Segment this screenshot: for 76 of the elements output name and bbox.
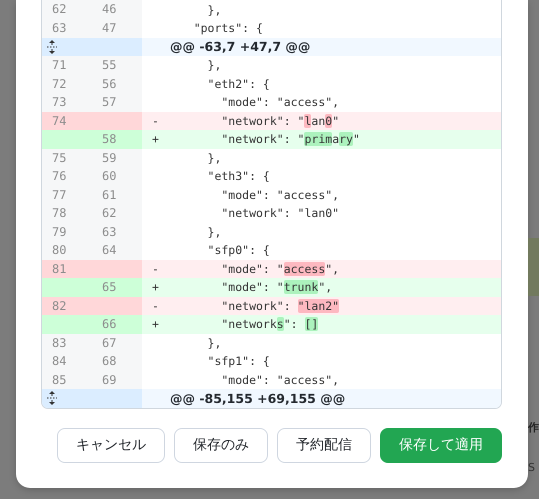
line-number: 67 [92, 334, 142, 352]
gutter-cell [42, 278, 92, 296]
code-text: }, [206, 336, 222, 350]
diff-sign: - [151, 114, 160, 128]
line-number: 68 [92, 352, 142, 370]
code-text: "mode": "trunk", [220, 280, 332, 294]
code-text: "mode": "access", [220, 188, 340, 202]
code-text: "eth2": { [206, 76, 270, 91]
action-button[interactable]: キャンセル [57, 428, 165, 462]
line-number: 66 [92, 315, 142, 334]
hunk-header: @@ -63,7 +47,7 @@ [142, 38, 501, 56]
background-text: 作 [528, 420, 539, 435]
line-number: 75 [42, 148, 92, 167]
code-text: "network": "lan2" [220, 298, 340, 313]
line-number: 83 [42, 334, 92, 352]
line-number: 63 [92, 222, 142, 241]
code-text: "sfp0": { [206, 243, 270, 258]
line-number: 62 [92, 204, 142, 222]
line-number: 77 [42, 186, 92, 204]
line-number: 78 [42, 204, 92, 222]
line-number: 69 [92, 370, 142, 389]
line-number: 64 [92, 241, 142, 260]
line-number: 73 [42, 93, 92, 112]
diff-sign: + [151, 132, 160, 146]
diff-sign: + [151, 317, 160, 332]
code-text: }, [206, 224, 222, 239]
line-number: 84 [42, 352, 92, 370]
code-text: "eth3": { [206, 169, 270, 184]
code-text: "network": "prima ry" [220, 132, 360, 146]
line-number: 58 [92, 130, 142, 148]
line-number: 55 [92, 56, 142, 74]
code-text: "mode": "access", [220, 95, 340, 110]
line-number: 81 [42, 260, 92, 278]
code-text: }, [206, 150, 222, 165]
line-number: 56 [92, 74, 142, 93]
line-number: 61 [92, 186, 142, 204]
code-text: "network": "lan0" [220, 206, 340, 220]
action-button[interactable]: 保存のみ [174, 428, 268, 462]
line-number: 82 [42, 296, 92, 315]
expand-icon[interactable] [46, 38, 58, 55]
code-text: "networks": [] [220, 317, 318, 332]
background-text: S [528, 461, 536, 474]
line-number: 85 [42, 370, 92, 389]
line-number: 60 [92, 167, 142, 186]
code-text: "sfp1": { [206, 354, 270, 368]
line-number: 57 [92, 93, 142, 112]
code-text: "mode": "access", [220, 372, 340, 387]
line-number: 47 [92, 19, 142, 38]
gutter-cell [92, 296, 142, 315]
hunk-header: @@ -85,155 +69,155 @@ [142, 389, 501, 408]
diff-sign: - [151, 298, 160, 313]
line-number: 46 [92, 0, 142, 19]
line-number: 65 [92, 278, 142, 296]
line-number: 76 [42, 167, 92, 186]
gutter-cell [42, 130, 92, 148]
code-text: "mode": "access", [220, 262, 340, 276]
code-text: }, [206, 58, 222, 72]
line-number: 72 [42, 74, 92, 93]
diff-sign: + [151, 280, 160, 294]
gutter-cell [92, 260, 142, 278]
gutter-cell [92, 112, 142, 130]
line-number: 80 [42, 241, 92, 260]
gutter-cell [42, 315, 92, 334]
line-number: 79 [42, 222, 92, 241]
line-number: 71 [42, 56, 92, 74]
code-text: }, [206, 2, 222, 16]
expand-icon[interactable] [46, 390, 58, 406]
action-button[interactable]: 予約配信 [277, 428, 371, 462]
line-number: 63 [42, 19, 92, 38]
code-text: "ports": { [192, 21, 263, 36]
code-text: "network": "lan0" [220, 114, 340, 128]
line-number: 59 [92, 148, 142, 167]
line-number: 74 [42, 112, 92, 130]
diff-sign: - [151, 262, 160, 276]
line-number: 62 [42, 0, 92, 19]
background-row [528, 238, 539, 296]
